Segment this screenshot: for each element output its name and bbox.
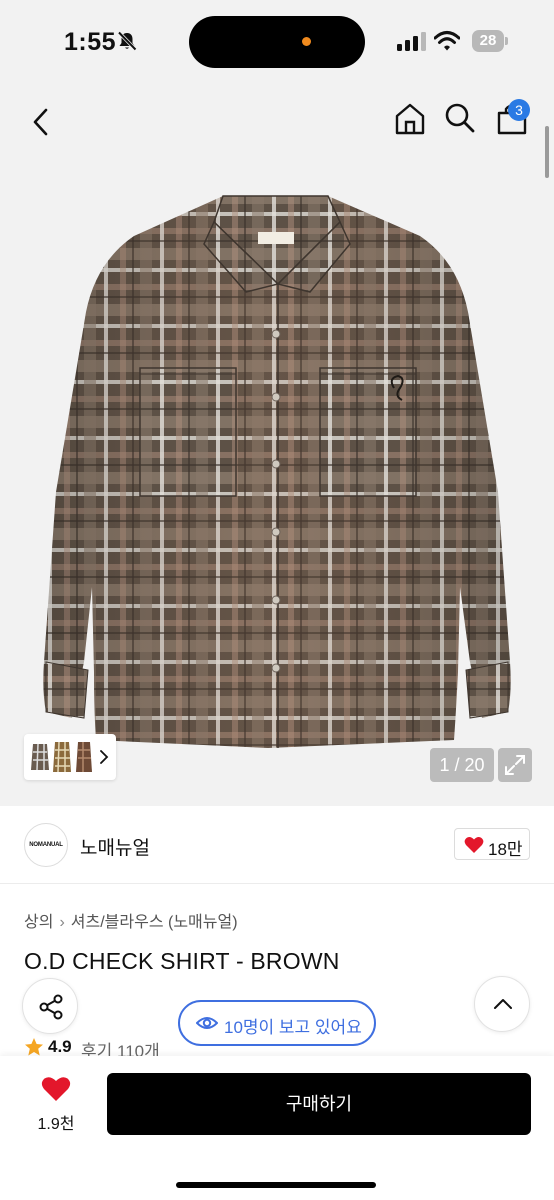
- status-time: 1:55: [64, 28, 117, 56]
- chevron-up-icon: [494, 999, 512, 1009]
- product-image-gallery[interactable]: 3 1 / 20: [0, 84, 554, 806]
- scroll-to-top-button[interactable]: [474, 976, 530, 1032]
- home-icon[interactable]: [393, 102, 427, 136]
- chevron-right-icon: ›: [59, 914, 65, 931]
- thumbnail-image-1[interactable]: [30, 740, 50, 774]
- wishlist-count: 1.9천: [37, 1116, 75, 1133]
- scrollbar[interactable]: [545, 126, 549, 178]
- privacy-indicator-dot: [302, 37, 311, 46]
- battery-cap: [505, 37, 508, 45]
- expand-icon[interactable]: [498, 748, 532, 782]
- heart-icon: [464, 837, 484, 853]
- home-indicator: [176, 1182, 376, 1188]
- bottom-action-bar: 1.9천 구매하기: [0, 1056, 554, 1200]
- share-icon: [39, 994, 63, 1020]
- brand-row[interactable]: NOMANUAL 노매뉴얼 18만: [0, 806, 554, 884]
- thumbnail-strip[interactable]: [24, 734, 116, 780]
- eye-icon: [196, 1017, 218, 1029]
- breadcrumb-category[interactable]: 상의: [24, 914, 53, 931]
- image-page-counter: 1 / 20: [430, 748, 494, 782]
- battery-level: 28: [472, 30, 504, 52]
- wishlist-button[interactable]: 1.9천: [30, 1074, 82, 1134]
- thumbnail-next-icon[interactable]: [98, 747, 110, 767]
- brand-like-count: 18만: [488, 840, 523, 859]
- dynamic-island: [189, 16, 365, 68]
- breadcrumb-subcategory[interactable]: 셔츠/블라우스 (노매뉴얼): [71, 914, 238, 931]
- brand-like-button[interactable]: 18만: [454, 828, 530, 860]
- rating-value: 4.9: [48, 1037, 72, 1056]
- silent-bell-icon: [117, 31, 137, 51]
- viewers-badge: 10명이 보고 있어요: [178, 1000, 376, 1046]
- share-button[interactable]: [22, 978, 78, 1034]
- buy-button[interactable]: 구매하기: [107, 1073, 531, 1135]
- viewers-text: 10명이 보고 있어요: [224, 1018, 362, 1037]
- wifi-icon: [434, 31, 460, 51]
- heart-icon: [41, 1077, 71, 1101]
- cart-count-badge: 3: [508, 99, 530, 121]
- status-bar: 1:55 28: [0, 0, 554, 84]
- signal-icon: [397, 32, 426, 51]
- brand-name[interactable]: 노매뉴얼: [80, 833, 150, 860]
- battery-icon: 28: [472, 30, 508, 52]
- thumbnail-image-2[interactable]: [52, 740, 72, 774]
- product-title: O.D CHECK SHIRT - BROWN: [24, 948, 340, 974]
- brand-logo[interactable]: NOMANUAL: [24, 823, 68, 867]
- thumbnail-image-3[interactable]: [74, 740, 94, 774]
- category-breadcrumb: 상의 › 셔츠/블라우스 (노매뉴얼): [24, 908, 238, 932]
- product-photo-shirt: [43, 195, 511, 748]
- back-icon[interactable]: [26, 104, 56, 140]
- search-icon[interactable]: [444, 102, 476, 134]
- star-icon: [25, 1038, 43, 1056]
